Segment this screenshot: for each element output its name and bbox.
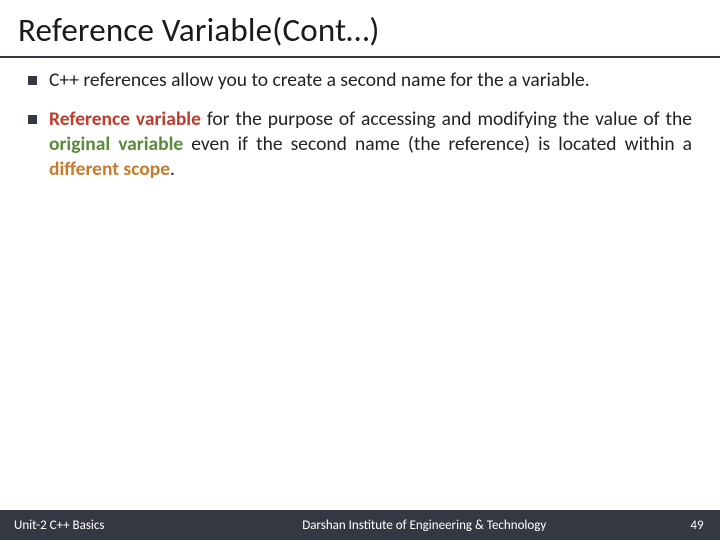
page-title: Reference Variable(Cont…) — [18, 10, 702, 50]
content-area: C++ references allow you to create a sec… — [0, 58, 720, 182]
emphasis-different-scope: different scope — [49, 157, 170, 181]
emphasis-original-variable: original variable — [49, 132, 183, 156]
bullet-text: C++ references allow you to create a sec… — [49, 68, 692, 93]
footer-page-number: 49 — [684, 518, 720, 533]
footer-bar: Unit-2 C++ Basics Darshan Institute of E… — [0, 510, 720, 540]
text-run: . — [170, 157, 175, 181]
footer-center: Darshan Institute of Engineering & Techn… — [104, 518, 684, 533]
text-run: for the purpose of accessing and modifyi… — [201, 107, 692, 131]
bullet-item: Reference variable for the purpose of ac… — [28, 107, 692, 182]
bullet-text: Reference variable for the purpose of ac… — [49, 107, 692, 182]
square-bullet-icon — [28, 76, 37, 85]
bullet-item: C++ references allow you to create a sec… — [28, 68, 692, 93]
footer-left: Unit-2 C++ Basics — [0, 518, 104, 533]
emphasis-reference-variable: Reference variable — [49, 107, 201, 131]
slide: Reference Variable(Cont…) C++ references… — [0, 0, 720, 540]
text-run: even if the second name (the reference) … — [183, 132, 692, 156]
square-bullet-icon — [28, 115, 37, 124]
title-block: Reference Variable(Cont…) — [0, 0, 720, 58]
